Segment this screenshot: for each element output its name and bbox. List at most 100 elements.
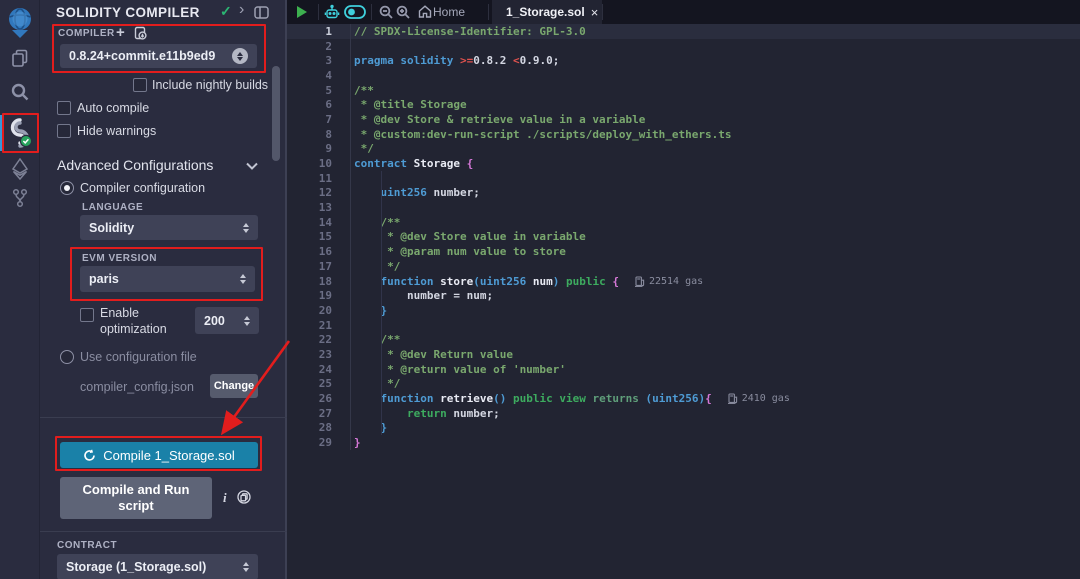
code-line[interactable]: 11 [287, 171, 1080, 186]
use-configuration-file-radio[interactable] [60, 350, 74, 364]
code-line[interactable]: 2 [287, 39, 1080, 54]
select-stepper-icon [243, 223, 249, 233]
compile-and-run-button[interactable]: Compile and Run script [60, 477, 212, 519]
search-icon[interactable] [0, 82, 40, 102]
code-line[interactable]: 10contract Storage { [287, 156, 1080, 171]
code-line[interactable]: 6 * @title Storage [287, 97, 1080, 112]
code-line[interactable]: 3pragma solidity >=0.8.2 <0.9.0; [287, 53, 1080, 68]
line-number: 25 [287, 377, 350, 390]
line-number: 24 [287, 363, 350, 376]
hide-warnings-checkbox[interactable] [57, 124, 71, 138]
ai-robot-icon[interactable] [324, 4, 340, 20]
line-code: */ [350, 259, 1080, 274]
code-line[interactable]: 8 * @custom:dev-run-script ./scripts/dep… [287, 127, 1080, 142]
play-icon[interactable] [295, 5, 309, 19]
line-code: /** [350, 332, 1080, 347]
code-line[interactable]: 27 return number; [287, 406, 1080, 421]
close-icon[interactable]: × [591, 6, 599, 19]
line-code: uint256 number; [350, 186, 1080, 201]
line-code [350, 68, 1080, 83]
code-line[interactable]: 23 * @dev Return value [287, 347, 1080, 362]
code-line[interactable]: 15 * @dev Store value in variable [287, 230, 1080, 245]
chevron-right-icon[interactable]: › [239, 1, 244, 19]
config-file-name: compiler_config.json [80, 380, 194, 394]
line-code: return number; [350, 406, 1080, 421]
line-number: 28 [287, 421, 350, 434]
change-config-button[interactable]: Change [210, 374, 258, 398]
select-stepper-icon [240, 274, 246, 284]
compiler-configuration-radio[interactable] [60, 181, 74, 195]
home-icon[interactable] [418, 5, 432, 18]
code-line[interactable]: 9 */ [287, 142, 1080, 157]
zoom-out-icon[interactable] [379, 5, 393, 19]
code-line[interactable]: 13 [287, 200, 1080, 215]
solidity-compiler-icon[interactable] [0, 117, 40, 149]
chevron-down-icon[interactable] [246, 162, 258, 170]
line-number: 19 [287, 289, 350, 302]
contract-select[interactable]: Storage (1_Storage.sol) [57, 554, 258, 579]
editor-topbar: Home 1_Storage.sol × [287, 0, 1080, 24]
line-number: 8 [287, 128, 350, 141]
code-line[interactable]: 18 function store(uint256 num) public {2… [287, 274, 1080, 289]
add-compiler-icon[interactable]: + [116, 24, 125, 41]
optimization-runs-input[interactable]: 200 [195, 307, 259, 334]
line-code: } [350, 421, 1080, 436]
code-line[interactable]: 25 */ [287, 377, 1080, 392]
use-configuration-file-label: Use configuration file [80, 350, 197, 364]
zoom-in-icon[interactable] [396, 5, 410, 19]
compile-button[interactable]: Compile 1_Storage.sol [60, 442, 258, 468]
panel-pin-icon[interactable] [254, 6, 269, 19]
publish-icon[interactable] [133, 26, 147, 40]
code-line[interactable]: 7 * @dev Store & retrieve value in a var… [287, 112, 1080, 127]
code-line[interactable]: 22 /** [287, 332, 1080, 347]
code-line[interactable]: 17 */ [287, 259, 1080, 274]
language-select[interactable]: Solidity [80, 215, 258, 240]
tab-1-storage-sol[interactable]: 1_Storage.sol × [492, 0, 602, 24]
compiler-version-select[interactable]: 0.8.24+commit.e11b9ed9 [60, 44, 257, 68]
code-line[interactable]: 1// SPDX-License-Identifier: GPL-3.0 [287, 24, 1080, 39]
line-code: * @param num value to store [350, 244, 1080, 259]
code-line[interactable]: 29} [287, 435, 1080, 450]
line-code: /** [350, 215, 1080, 230]
advanced-configurations-header[interactable]: Advanced Configurations [57, 157, 213, 173]
code-editor[interactable]: 1// SPDX-License-Identifier: GPL-3.023pr… [287, 24, 1080, 450]
line-number: 13 [287, 201, 350, 214]
auto-compile-checkbox[interactable] [57, 101, 71, 115]
line-code: /** [350, 83, 1080, 98]
code-line[interactable]: 5/** [287, 83, 1080, 98]
code-line[interactable]: 20 } [287, 303, 1080, 318]
code-line[interactable]: 4 [287, 68, 1080, 83]
hide-warnings-label: Hide warnings [77, 124, 156, 138]
code-line[interactable]: 21 [287, 318, 1080, 333]
line-number: 18 [287, 275, 350, 288]
line-code: } [350, 435, 1080, 450]
code-line[interactable]: 12 uint256 number; [287, 186, 1080, 201]
line-code: * @custom:dev-run-script ./scripts/deplo… [350, 127, 1080, 142]
ai-toggle[interactable] [344, 5, 366, 19]
panel-scrollbar[interactable] [272, 66, 280, 161]
code-line[interactable]: 24 * @return value of 'number' [287, 362, 1080, 377]
code-line[interactable]: 14 /** [287, 215, 1080, 230]
info-icon[interactable]: i [223, 490, 227, 506]
line-code [350, 171, 1080, 186]
git-icon[interactable] [0, 188, 40, 208]
gas-estimate-badge: 22514 gas [635, 276, 703, 287]
line-number: 16 [287, 245, 350, 258]
code-line[interactable]: 26 function retrieve() public view retur… [287, 391, 1080, 406]
enable-optimization-checkbox[interactable] [80, 308, 94, 322]
home-tab[interactable]: Home [433, 5, 465, 19]
auto-compile-label: Auto compile [77, 101, 149, 115]
nightly-builds-checkbox[interactable] [133, 78, 147, 92]
line-number: 2 [287, 40, 350, 53]
file-explorer-icon[interactable] [0, 48, 40, 68]
evm-version-select[interactable]: paris [80, 266, 255, 292]
code-line[interactable]: 19 number = num; [287, 288, 1080, 303]
line-number: 6 [287, 98, 350, 111]
copy-icon[interactable] [237, 490, 251, 504]
deploy-run-icon[interactable] [0, 158, 40, 180]
compile-button-label: Compile 1_Storage.sol [103, 448, 235, 463]
code-line[interactable]: 16 * @param num value to store [287, 244, 1080, 259]
code-line[interactable]: 28 } [287, 421, 1080, 436]
line-number: 27 [287, 407, 350, 420]
activity-bar [0, 0, 40, 579]
